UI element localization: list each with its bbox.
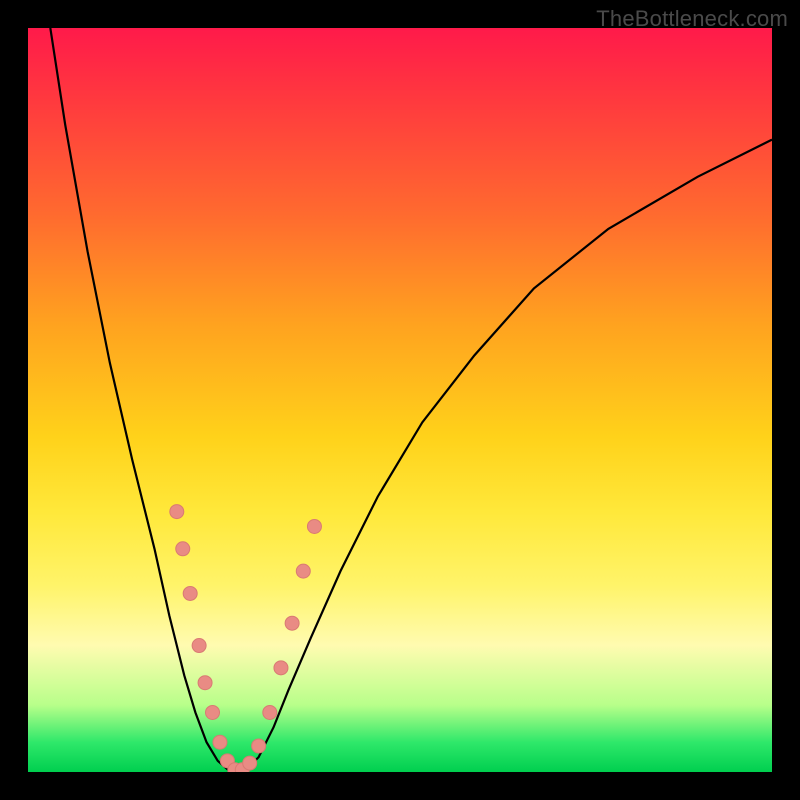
scatter-dot [206, 705, 220, 719]
scatter-dot [243, 756, 257, 770]
scatter-group [170, 505, 322, 772]
watermark-text: TheBottleneck.com [596, 6, 788, 32]
scatter-dot [176, 542, 190, 556]
curve-left-branch [50, 28, 236, 772]
curve-right-branch [236, 140, 772, 772]
scatter-dot [274, 661, 288, 675]
scatter-dot [296, 564, 310, 578]
outer-frame: TheBottleneck.com [0, 0, 800, 800]
scatter-dot [213, 735, 227, 749]
scatter-dot [170, 505, 184, 519]
scatter-dot [198, 676, 212, 690]
scatter-dot [192, 639, 206, 653]
scatter-dot [183, 586, 197, 600]
scatter-dot [263, 705, 277, 719]
plot-area [28, 28, 772, 772]
scatter-dot [285, 616, 299, 630]
chart-svg [28, 28, 772, 772]
scatter-dot [252, 739, 266, 753]
scatter-dot [307, 519, 321, 533]
